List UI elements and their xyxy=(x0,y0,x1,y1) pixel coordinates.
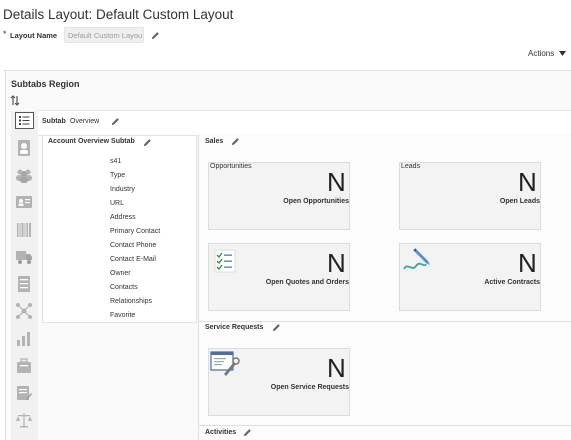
field-item: Owner xyxy=(110,270,131,277)
tile-value: N xyxy=(518,167,537,197)
tile-caption: Open Service Requests xyxy=(270,384,349,391)
chevron-down-icon xyxy=(559,51,567,56)
tile-value: N xyxy=(327,248,346,278)
contract-pen-icon xyxy=(403,248,430,270)
field-item: Contact Phone xyxy=(110,242,157,249)
truck-icon[interactable] xyxy=(15,248,33,266)
tile-value: N xyxy=(327,167,346,197)
checklist-icon xyxy=(214,249,236,273)
chart-icon[interactable] xyxy=(15,330,33,348)
field-item: Contact E-Mail xyxy=(110,256,156,263)
document-icon[interactable] xyxy=(15,384,33,402)
page-title: Details Layout: Default Custom Layout xyxy=(3,7,234,22)
tile-label: Leads xyxy=(401,163,421,170)
tile-caption: Open Quotes and Orders xyxy=(265,279,349,286)
tile-caption: Open Opportunities xyxy=(283,198,349,205)
card-icon[interactable] xyxy=(15,193,33,211)
field-item: Primary Contact xyxy=(110,228,161,235)
contact-icon[interactable] xyxy=(15,139,33,157)
section-divider xyxy=(199,425,571,426)
field-item: Type xyxy=(110,172,126,179)
layout-name-label: Layout Name xyxy=(10,31,58,40)
checklist-icon[interactable] xyxy=(15,275,33,293)
edit-layout-name-icon[interactable] xyxy=(151,31,160,40)
edit-subtab-icon[interactable] xyxy=(111,117,120,126)
field-item: Contacts xyxy=(110,284,138,291)
section-divider xyxy=(199,321,571,322)
layout-name-field[interactable]: Default Custom Layou xyxy=(64,27,144,43)
subtabs-region-title: Subtabs Region xyxy=(11,79,80,89)
actions-label: Actions xyxy=(528,49,555,58)
tile-value: N xyxy=(327,353,346,383)
briefcase-icon[interactable] xyxy=(15,357,33,375)
field-item: Relationships xyxy=(110,298,153,305)
activities-title: Activities xyxy=(205,429,237,436)
edit-service-requests-icon[interactable] xyxy=(272,323,281,332)
vertical-divider xyxy=(198,134,199,440)
actions-menu-button[interactable]: Actions xyxy=(528,49,567,58)
service-requests-title: Service Requests xyxy=(205,324,264,331)
tile-caption: Open Leads xyxy=(499,198,540,205)
account-overview-title: Account Overview Subtab xyxy=(48,138,135,145)
tile-caption: Active Contracts xyxy=(484,279,540,286)
required-indicator: * xyxy=(3,29,7,39)
tile-value: N xyxy=(518,248,537,278)
sales-section-title: Sales xyxy=(205,138,224,145)
edit-activities-icon[interactable] xyxy=(243,428,252,437)
people-icon[interactable] xyxy=(15,166,33,184)
wrench-form-icon xyxy=(210,351,240,376)
scale-icon[interactable] xyxy=(15,411,33,429)
reorder-icon[interactable] xyxy=(10,95,20,106)
tile-label: Opportunities xyxy=(210,163,252,170)
subtab-name: Overview xyxy=(70,118,100,125)
field-item: URL xyxy=(110,200,125,207)
subtab-label: Subtab xyxy=(42,118,66,125)
edit-account-overview-icon[interactable] xyxy=(143,138,152,147)
field-item: Favorite xyxy=(110,312,136,319)
field-item: Address xyxy=(110,214,136,221)
field-item: Industry xyxy=(110,186,135,193)
network-icon[interactable] xyxy=(15,302,33,320)
barcode-icon[interactable] xyxy=(15,221,33,239)
edit-sales-icon[interactable] xyxy=(231,137,240,146)
field-item: s41 xyxy=(110,158,122,165)
list-icon[interactable] xyxy=(15,112,34,129)
